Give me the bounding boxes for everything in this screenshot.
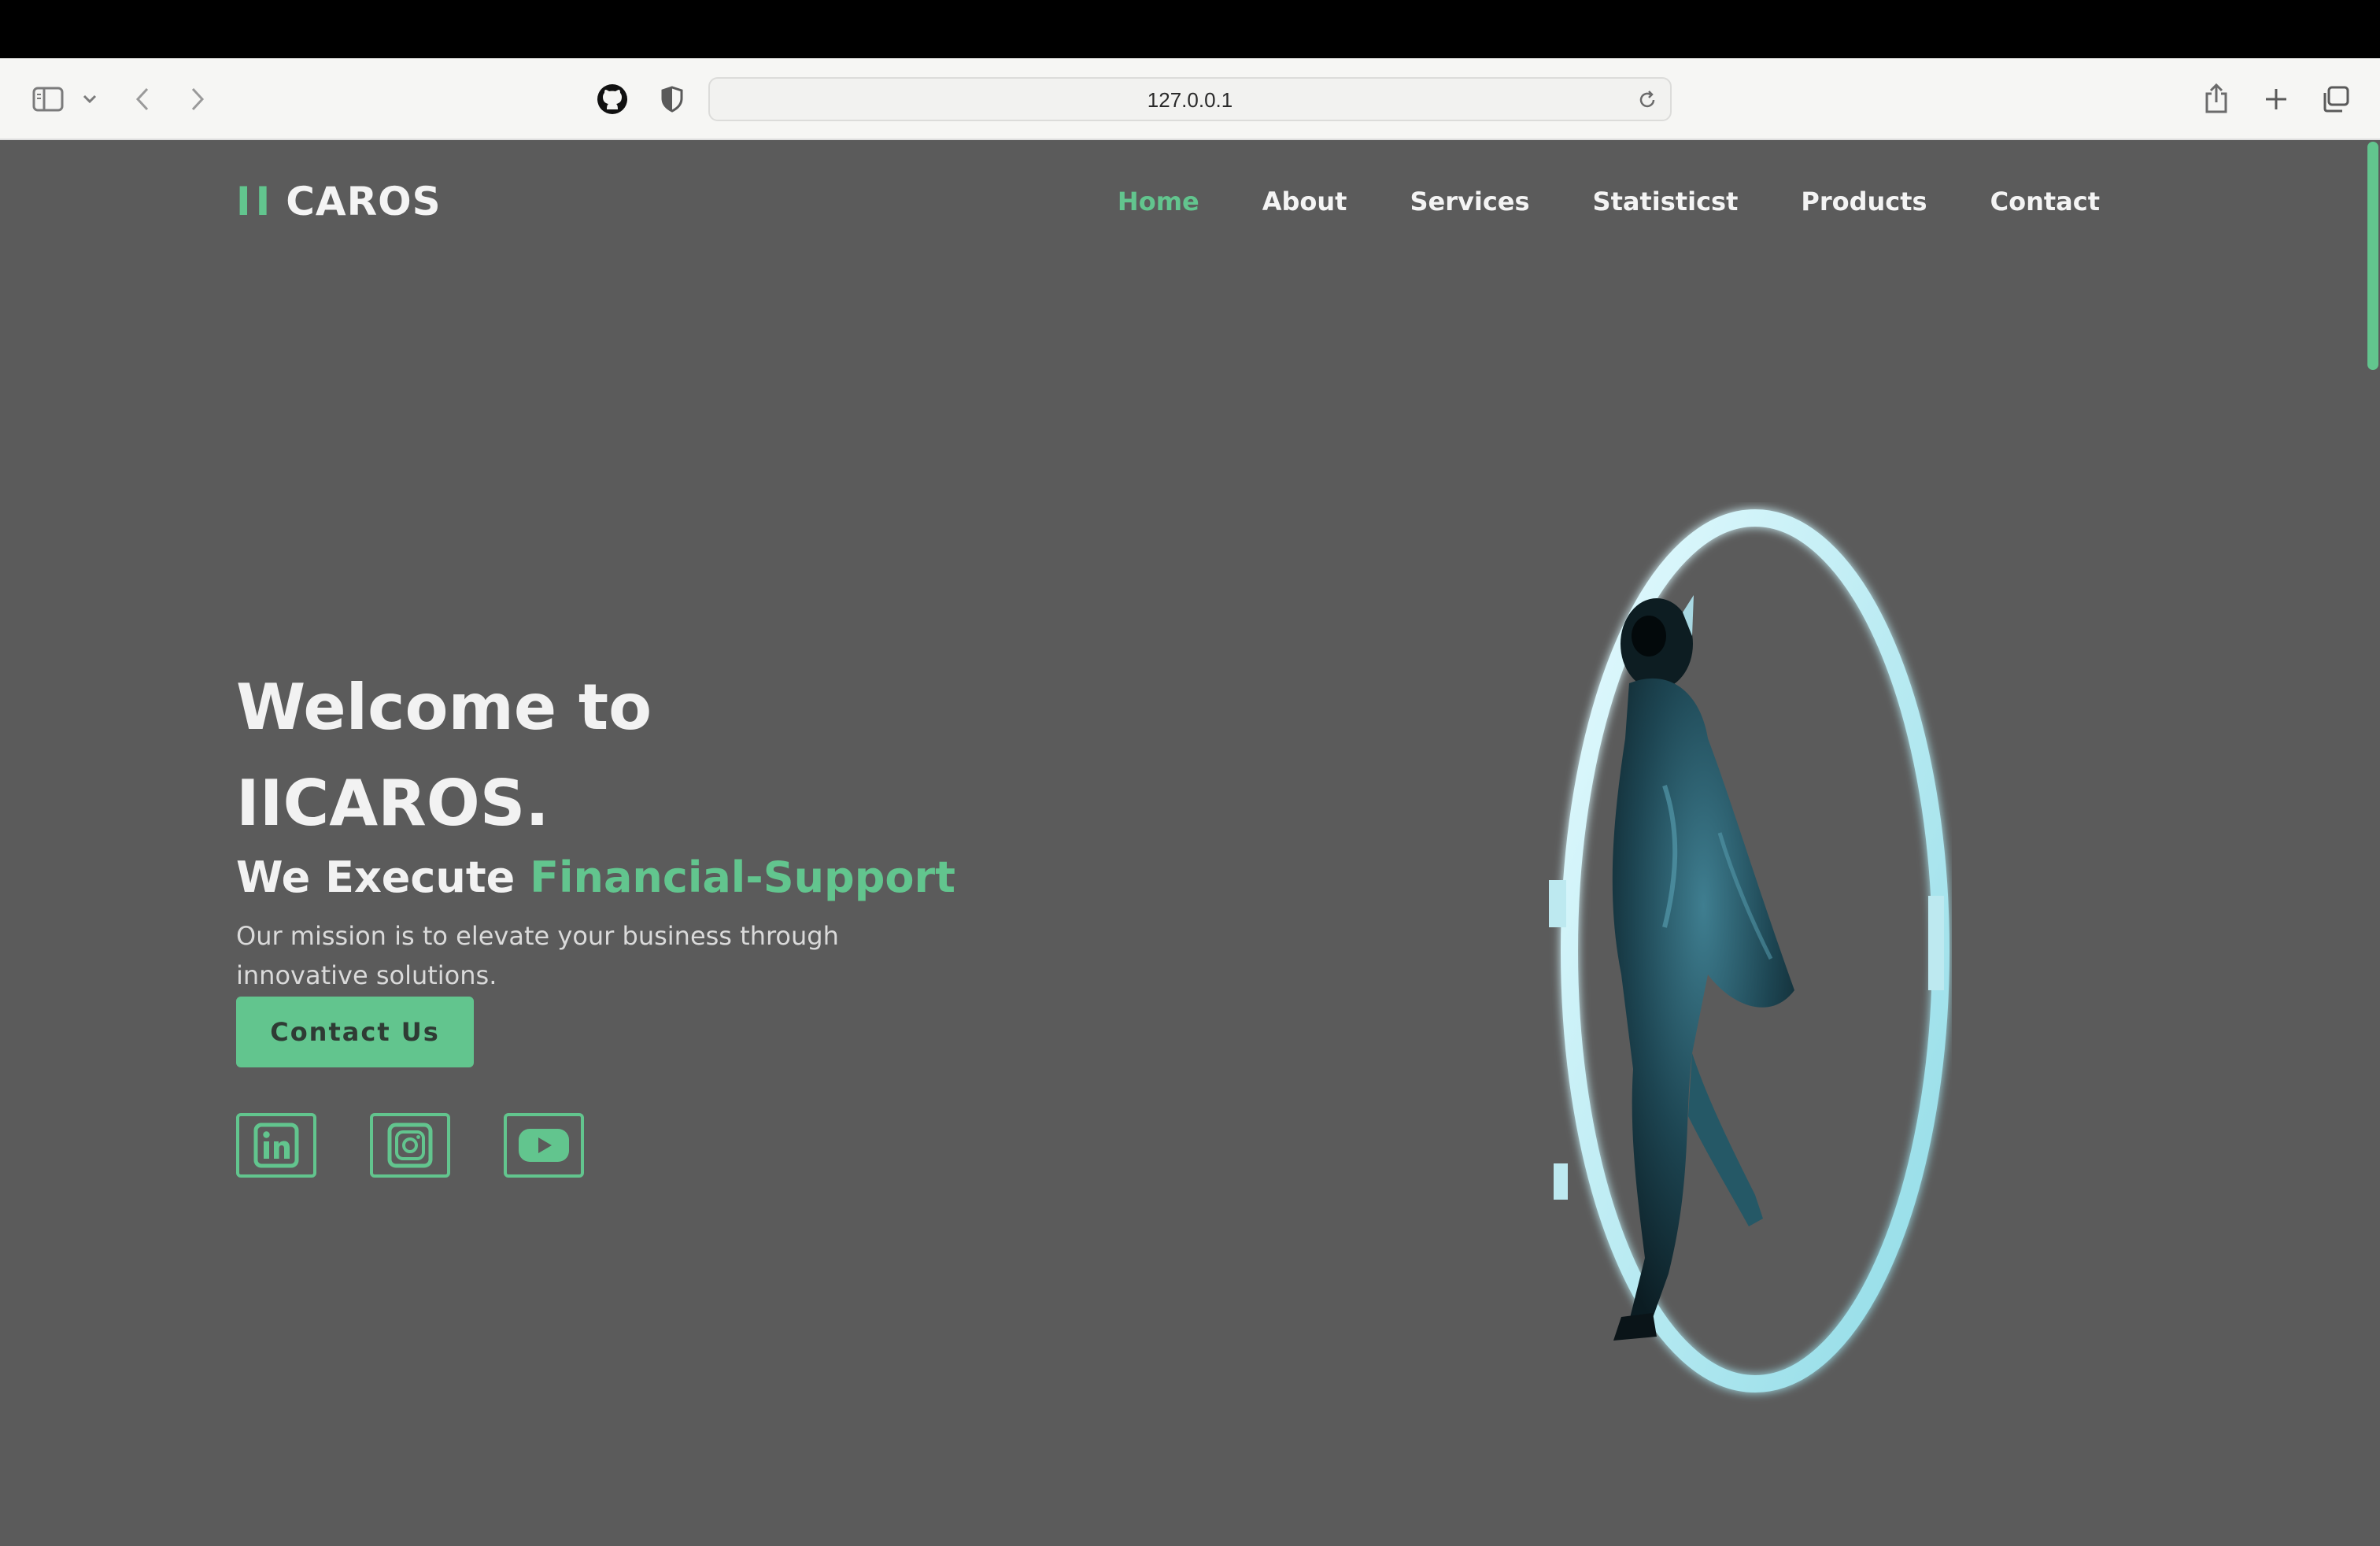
mission-text: Our mission is to elevate your business …	[236, 921, 839, 990]
browser-toolbar: 127.0.0.1	[0, 58, 2380, 140]
linkedin-icon	[253, 1123, 299, 1168]
hero-tagline: We Execute Financial-Support	[236, 853, 1181, 902]
nav-products[interactable]: Products	[1801, 187, 1927, 216]
contact-us-button[interactable]: Contact Us	[236, 997, 474, 1067]
tagline-prefix: We Execute	[236, 853, 516, 902]
page-scrollbar[interactable]	[2366, 140, 2380, 1546]
nav-statistics[interactable]: Statisticst	[1593, 187, 1739, 216]
youtube-link[interactable]	[504, 1113, 584, 1178]
scrollbar-thumb[interactable]	[2367, 142, 2378, 370]
tagline-accent: Financial-Support	[530, 853, 955, 902]
nav-contact[interactable]: Contact	[1990, 187, 2100, 216]
logo-text: CAROS	[286, 179, 442, 224]
nav-about[interactable]: About	[1262, 187, 1347, 216]
github-icon[interactable]	[595, 82, 630, 117]
linkedin-link[interactable]	[236, 1113, 316, 1178]
back-icon[interactable]	[131, 82, 154, 117]
menu-bar	[0, 0, 2380, 58]
hero-title-line2: IICAROS.	[236, 767, 549, 840]
shield-icon[interactable]	[656, 83, 688, 115]
tabs-overview-icon[interactable]	[2319, 82, 2353, 117]
screen: 127.0.0.1 II CAROS Home About Services S…	[0, 0, 2380, 1546]
sidebar-icon[interactable]	[30, 82, 66, 117]
youtube-icon	[519, 1129, 569, 1162]
site-logo[interactable]: II CAROS	[236, 178, 442, 225]
logo-mark: II	[236, 179, 275, 224]
reload-icon[interactable]	[1635, 88, 1659, 112]
hero-title: Welcome to IICAROS.	[236, 660, 1023, 852]
nav-home[interactable]: Home	[1118, 187, 1199, 216]
main-nav: Home About Services Statisticst Products…	[1118, 178, 2100, 225]
hero-title-line1: Welcome to	[236, 671, 652, 744]
share-icon[interactable]	[2199, 79, 2234, 118]
page-viewport: II CAROS Home About Services Statisticst…	[0, 140, 2380, 1546]
nav-services[interactable]: Services	[1410, 187, 1529, 216]
instagram-link[interactable]	[370, 1113, 450, 1178]
url-text: 127.0.0.1	[1147, 88, 1233, 112]
chevron-down-icon[interactable]	[79, 88, 101, 110]
hero-figure-image	[1549, 509, 1949, 1393]
instagram-icon	[387, 1123, 433, 1168]
forward-icon[interactable]	[186, 82, 209, 117]
social-links	[236, 1113, 584, 1178]
new-tab-icon[interactable]	[2259, 82, 2293, 117]
address-bar[interactable]: 127.0.0.1	[708, 77, 1672, 121]
